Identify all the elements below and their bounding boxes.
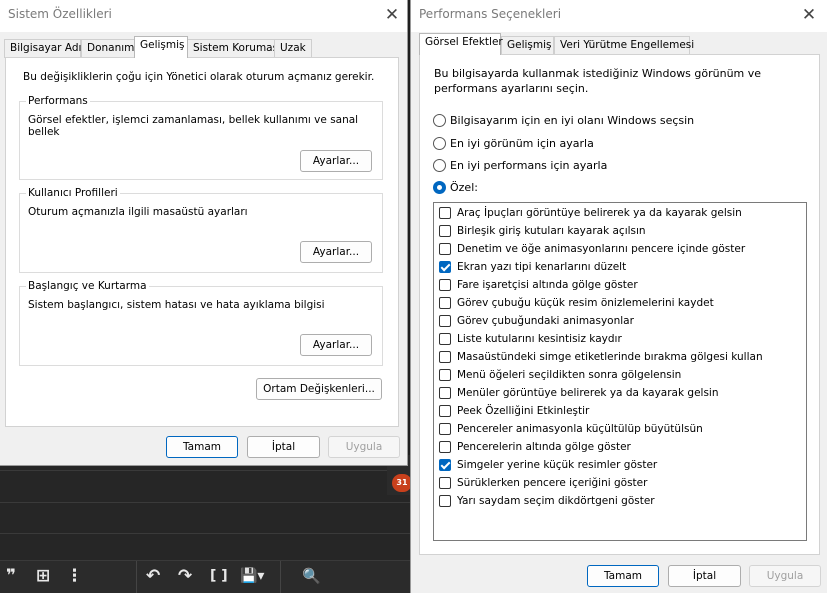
advanced-panel: Bu değişikliklerin çoğu için Yönetici ol… <box>5 57 399 427</box>
performance-group: Performans Görsel efektler, işlemci zama… <box>19 95 383 180</box>
background-toolbar <box>0 561 412 593</box>
radio-label: Bilgisayarım için en iyi olanı Windows s… <box>450 114 695 127</box>
apply-button[interactable]: Uygula <box>328 436 400 458</box>
checkbox[interactable] <box>439 333 451 345</box>
checkbox[interactable] <box>439 423 451 435</box>
option-label: Denetim ve öğe animasyonlarını pencere i… <box>457 243 746 255</box>
option-label: Pencerelerin altında gölge göster <box>457 441 631 453</box>
apply-button[interactable]: Uygula <box>749 565 821 587</box>
startup-recovery-group-desc: Sistem başlangıcı, sistem hatası ve hata… <box>28 299 325 311</box>
option-label: Menüler görüntüye belirerek ya da kayara… <box>457 387 719 399</box>
option-label: Fare işaretçisi altında gölge göster <box>457 279 638 291</box>
cancel-button[interactable]: İptal <box>247 436 320 458</box>
tab-computer-name[interactable]: Bilgisayar Adı <box>4 39 81 58</box>
tab-advanced[interactable]: Gelişmiş <box>501 36 554 55</box>
tab-data-execution-prevention[interactable]: Veri Yürütme Engellemesi <box>554 36 694 55</box>
find-icon[interactable]: 🔍 <box>302 566 321 586</box>
quote-icon[interactable]: ❞ <box>6 566 16 586</box>
cancel-button[interactable]: İptal <box>668 565 741 587</box>
checkbox[interactable] <box>439 207 451 219</box>
checkbox[interactable] <box>439 243 451 255</box>
radio-label: Özel: <box>450 181 478 194</box>
option-label: Pencereler animasyonla küçültülüp büyütü… <box>457 423 703 435</box>
startup-recovery-group: Başlangıç ve Kurtarma Sistem başlangıcı,… <box>19 280 383 366</box>
checkbox[interactable] <box>439 441 451 453</box>
radio-label: En iyi performans için ayarla <box>450 159 608 172</box>
ok-button[interactable]: Tamam <box>587 565 659 587</box>
performance-settings-button[interactable]: Ayarlar... <box>300 150 372 172</box>
tab-hardware[interactable]: Donanım <box>81 39 135 58</box>
window-title: Performans Seçenekleri <box>419 7 562 21</box>
tab-system-protection[interactable]: Sistem Koruması <box>187 39 281 58</box>
radio-label: En iyi görünüm için ayarla <box>450 137 594 150</box>
system-properties-window: Sistem Özellikleri ✕ Bilgisayar Adı Dona… <box>0 0 408 466</box>
user-profiles-group-desc: Oturum açmanızla ilgili masaüstü ayarlar… <box>28 206 248 218</box>
option-label: Ekran yazı tipi kenarlarını düzelt <box>457 261 627 273</box>
option-label: Yarı saydam seçim dikdörtgeni göster <box>457 495 655 507</box>
option-label: Liste kutularını kesintisiz kaydır <box>457 333 622 345</box>
checkbox[interactable] <box>439 279 451 291</box>
option-label: Peek Özelliğini Etkinleştir <box>457 405 590 417</box>
title-bar: Performans Seçenekleri ✕ <box>411 0 827 32</box>
option-label: Sürüklerken pencere içeriğini göster <box>457 477 648 489</box>
checkbox[interactable] <box>439 351 451 363</box>
table-icon[interactable]: ⊞ <box>36 566 50 586</box>
ok-button[interactable]: Tamam <box>166 436 238 458</box>
title-bar: Sistem Özellikleri ✕ <box>0 0 407 32</box>
intro-line-2: performans ayarlarını seçin. <box>434 82 589 95</box>
more-icon[interactable]: ⋮ <box>66 566 83 586</box>
option-label: Simgeler yerine küçük resimler göster <box>457 459 658 471</box>
checkbox[interactable] <box>439 495 451 507</box>
startup-recovery-settings-button[interactable]: Ayarlar... <box>300 334 372 356</box>
user-profiles-group-title: Kullanıcı Profilleri <box>26 187 120 199</box>
checkbox[interactable] <box>439 369 451 381</box>
admin-note: Bu değişikliklerin çoğu için Yönetici ol… <box>23 71 375 83</box>
option-label: Görev çubuğundaki animasyonlar <box>457 315 634 327</box>
intro-line-1: Bu bilgisayarda kullanmak istediğiniz Wi… <box>434 67 762 80</box>
radio-button[interactable] <box>433 137 446 150</box>
checkbox[interactable] <box>439 225 451 237</box>
checkbox[interactable] <box>439 297 451 309</box>
performance-group-desc: Görsel efektler, işlemci zamanlaması, be… <box>28 114 359 138</box>
option-label: Masaüstündeki simge etiketlerinde bırakm… <box>457 351 763 363</box>
option-label: Menü öğeleri seçildikten sonra gölgelens… <box>457 369 682 381</box>
checkbox[interactable] <box>439 477 451 489</box>
startup-recovery-group-title: Başlangıç ve Kurtarma <box>26 280 149 292</box>
tab-visual-effects[interactable]: Görsel Efektler <box>419 33 503 55</box>
source-icon[interactable]: [ ] <box>210 566 228 586</box>
undo-icon[interactable]: ↶ <box>146 566 160 586</box>
radio-button[interactable] <box>433 181 446 194</box>
checkbox[interactable] <box>439 459 451 471</box>
checkbox[interactable] <box>439 261 451 273</box>
tab-advanced[interactable]: Gelişmiş <box>134 36 188 58</box>
option-label: Birleşik giriş kutuları kayarak açılsın <box>457 225 646 237</box>
checkbox[interactable] <box>439 405 451 417</box>
window-title: Sistem Özellikleri <box>8 7 112 21</box>
checkbox[interactable] <box>439 315 451 327</box>
redo-icon[interactable]: ↷ <box>178 566 192 586</box>
option-label: Görev çubuğu küçük resim önizlemelerini … <box>457 297 714 309</box>
save-icon[interactable]: 💾▾ <box>240 566 264 586</box>
close-icon[interactable]: ✕ <box>380 3 404 27</box>
performance-options-window: Performans Seçenekleri ✕ Görsel Efektler… <box>410 0 827 593</box>
close-icon[interactable]: ✕ <box>797 3 821 27</box>
visual-effects-list[interactable]: Araç İpuçları görüntüye belirerek ya da … <box>433 202 807 541</box>
checkbox[interactable] <box>439 387 451 399</box>
radio-button[interactable] <box>433 159 446 172</box>
user-profiles-settings-button[interactable]: Ayarlar... <box>300 241 372 263</box>
option-label: Araç İpuçları görüntüye belirerek ya da … <box>457 207 742 219</box>
performance-group-title: Performans <box>26 95 90 107</box>
radio-button[interactable] <box>433 114 446 127</box>
tab-remote[interactable]: Uzak <box>274 39 312 58</box>
user-profiles-group: Kullanıcı Profilleri Oturum açmanızla il… <box>19 187 383 273</box>
environment-variables-button[interactable]: Ortam Değişkenleri... <box>256 378 382 400</box>
notification-badge[interactable]: 31 <box>392 474 412 492</box>
